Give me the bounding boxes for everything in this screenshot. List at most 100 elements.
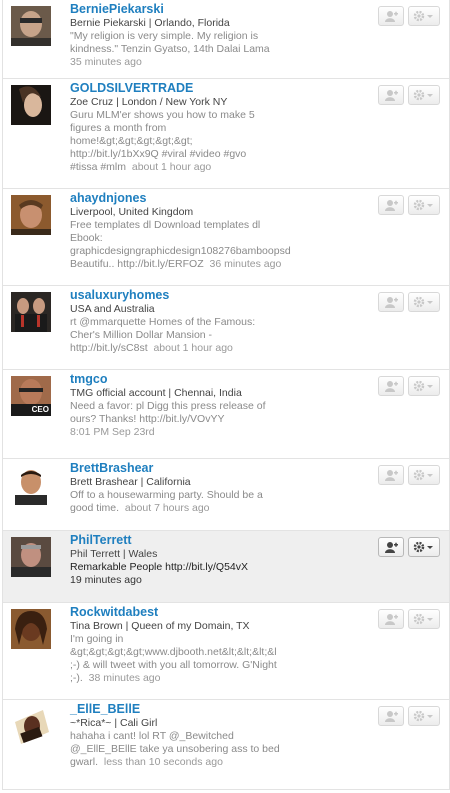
follow-button[interactable] bbox=[378, 537, 404, 557]
gear-icon bbox=[413, 469, 433, 481]
bio-line: Beautifu.. http://bit.ly/ERFOZ bbox=[70, 258, 204, 270]
gear-icon bbox=[413, 199, 433, 211]
timestamp[interactable]: about 1 hour ago bbox=[132, 161, 211, 173]
gear-icon bbox=[413, 613, 433, 625]
avatar[interactable] bbox=[11, 6, 51, 46]
bio-line: graphicdesigngraphicdesign108276bamboops… bbox=[70, 245, 291, 257]
follow-button[interactable] bbox=[378, 6, 404, 26]
bio-line: #tissa #mlm bbox=[70, 161, 127, 173]
username-link[interactable]: Rockwitdabest bbox=[70, 605, 300, 620]
user-meta: Brett Brashear | California bbox=[70, 476, 191, 488]
actions-menu-button[interactable] bbox=[408, 195, 440, 215]
row-actions bbox=[378, 706, 440, 726]
user-row: _EllE_BEllE ~*Rica*~ | Cali Girl hahaha … bbox=[3, 700, 449, 790]
user-bio: rt @mmarquette Homes of the Famous: Cher… bbox=[70, 316, 300, 355]
username-link[interactable]: BrettBrashear bbox=[70, 461, 300, 476]
bio-line: "My religion is very simple. My religion… bbox=[70, 30, 259, 42]
user-row: BrettBrashear Brett Brashear | Californi… bbox=[3, 459, 449, 531]
gear-icon bbox=[413, 710, 433, 722]
follow-icon bbox=[385, 614, 398, 625]
user-info: usaluxuryhomes USA and Australia rt @mma… bbox=[70, 288, 300, 355]
user-bio: hahaha i cant! lol RT @_Bewitched @_EllE… bbox=[70, 730, 300, 769]
user-row: CEO tmgco TMG official account | Chennai… bbox=[3, 370, 449, 459]
follow-button[interactable] bbox=[378, 609, 404, 629]
avatar[interactable] bbox=[11, 609, 51, 649]
bio-line: Remarkable People http://bit.ly/Q54vX bbox=[70, 561, 249, 573]
avatar[interactable]: CEO bbox=[11, 376, 51, 416]
user-info: BerniePiekarski Bernie Piekarski | Orlan… bbox=[70, 2, 300, 69]
username-link[interactable]: BerniePiekarski bbox=[70, 2, 300, 17]
timestamp[interactable]: 8:01 PM Sep 23rd bbox=[70, 426, 155, 438]
user-bio: Remarkable People http://bit.ly/Q54vX 19… bbox=[70, 561, 300, 587]
timestamp[interactable]: about 7 hours ago bbox=[125, 502, 210, 514]
actions-menu-button[interactable] bbox=[408, 6, 440, 26]
timestamp[interactable]: about 1 hour ago bbox=[153, 342, 232, 354]
user-info: tmgco TMG official account | Chennai, In… bbox=[70, 372, 300, 439]
avatar[interactable] bbox=[11, 85, 51, 125]
row-actions bbox=[378, 85, 440, 105]
bio-line: http://bit.ly/1bXx9Q #viral #video #gvo bbox=[70, 148, 247, 160]
user-info: BrettBrashear Brett Brashear | Californi… bbox=[70, 461, 300, 515]
username-link[interactable]: _EllE_BEllE bbox=[70, 702, 300, 717]
bio-line: Cher's Million Dollar Mansion - bbox=[70, 329, 213, 341]
actions-menu-button[interactable] bbox=[408, 85, 440, 105]
timestamp[interactable]: less than 10 seconds ago bbox=[104, 756, 223, 768]
username-link[interactable]: ahaydnjones bbox=[70, 191, 300, 206]
follow-button[interactable] bbox=[378, 465, 404, 485]
bio-line: I'm going in bbox=[70, 633, 124, 645]
user-bio: Free templates dl Download templates dl … bbox=[70, 219, 300, 271]
username-link[interactable]: usaluxuryhomes bbox=[70, 288, 300, 303]
username-link[interactable]: GOLDSILVERTRADE bbox=[70, 81, 300, 96]
follow-icon bbox=[385, 542, 398, 553]
follow-button[interactable] bbox=[378, 292, 404, 312]
follow-icon bbox=[385, 11, 398, 22]
avatar[interactable] bbox=[11, 195, 51, 235]
avatar[interactable] bbox=[11, 292, 51, 332]
bio-line: Off to a housewarming party. Should be a bbox=[70, 489, 263, 501]
user-meta: Tina Brown | Queen of my Domain, TX bbox=[70, 620, 250, 632]
bio-line: good time. bbox=[70, 502, 120, 514]
row-actions bbox=[378, 537, 440, 557]
actions-menu-button[interactable] bbox=[408, 609, 440, 629]
timestamp[interactable]: 36 minutes ago bbox=[209, 258, 281, 270]
follow-button[interactable] bbox=[378, 376, 404, 396]
row-actions bbox=[378, 376, 440, 396]
bio-line: ;-) & will tweet with you all tomorrow. … bbox=[70, 659, 277, 671]
user-info: Rockwitdabest Tina Brown | Queen of my D… bbox=[70, 605, 300, 685]
bio-line: Guru MLM'er shows you how to make 5 bbox=[70, 109, 255, 121]
actions-menu-button[interactable] bbox=[408, 292, 440, 312]
user-meta: ~*Rica*~ | Cali Girl bbox=[70, 717, 158, 729]
gear-icon bbox=[413, 89, 433, 101]
bio-line: gwarl. bbox=[70, 756, 99, 768]
follow-button[interactable] bbox=[378, 85, 404, 105]
avatar[interactable] bbox=[11, 706, 51, 746]
actions-menu-button[interactable] bbox=[408, 706, 440, 726]
bio-line: kindness." Tenzin Gyatso, 14th Dalai Lam… bbox=[70, 43, 270, 55]
follow-icon bbox=[385, 470, 398, 481]
follow-icon bbox=[385, 90, 398, 101]
actions-menu-button[interactable] bbox=[408, 465, 440, 485]
timestamp[interactable]: 35 minutes ago bbox=[70, 56, 142, 68]
follow-button[interactable] bbox=[378, 195, 404, 215]
user-bio: Need a favor: pl Digg this press release… bbox=[70, 400, 300, 439]
avatar-badge: CEO bbox=[31, 405, 49, 414]
follow-button[interactable] bbox=[378, 706, 404, 726]
avatar[interactable] bbox=[11, 537, 51, 577]
gear-icon bbox=[413, 380, 433, 392]
follow-icon bbox=[385, 711, 398, 722]
follow-icon bbox=[385, 200, 398, 211]
user-row: PhilTerrett Phil Terrett | Wales Remarka… bbox=[3, 531, 449, 603]
actions-menu-button[interactable] bbox=[408, 376, 440, 396]
user-meta: USA and Australia bbox=[70, 303, 155, 315]
row-actions bbox=[378, 609, 440, 629]
username-link[interactable]: tmgco bbox=[70, 372, 300, 387]
bio-line: ;-). bbox=[70, 672, 83, 684]
avatar[interactable] bbox=[11, 465, 51, 505]
user-row: BerniePiekarski Bernie Piekarski | Orlan… bbox=[3, 0, 449, 79]
user-row: ahaydnjones Liverpool, United Kingdom Fr… bbox=[3, 189, 449, 286]
actions-menu-button[interactable] bbox=[408, 537, 440, 557]
timestamp[interactable]: 19 minutes ago bbox=[70, 574, 142, 586]
timestamp[interactable]: 38 minutes ago bbox=[89, 672, 161, 684]
username-link[interactable]: PhilTerrett bbox=[70, 533, 300, 548]
bio-line: figures a month from bbox=[70, 122, 167, 134]
